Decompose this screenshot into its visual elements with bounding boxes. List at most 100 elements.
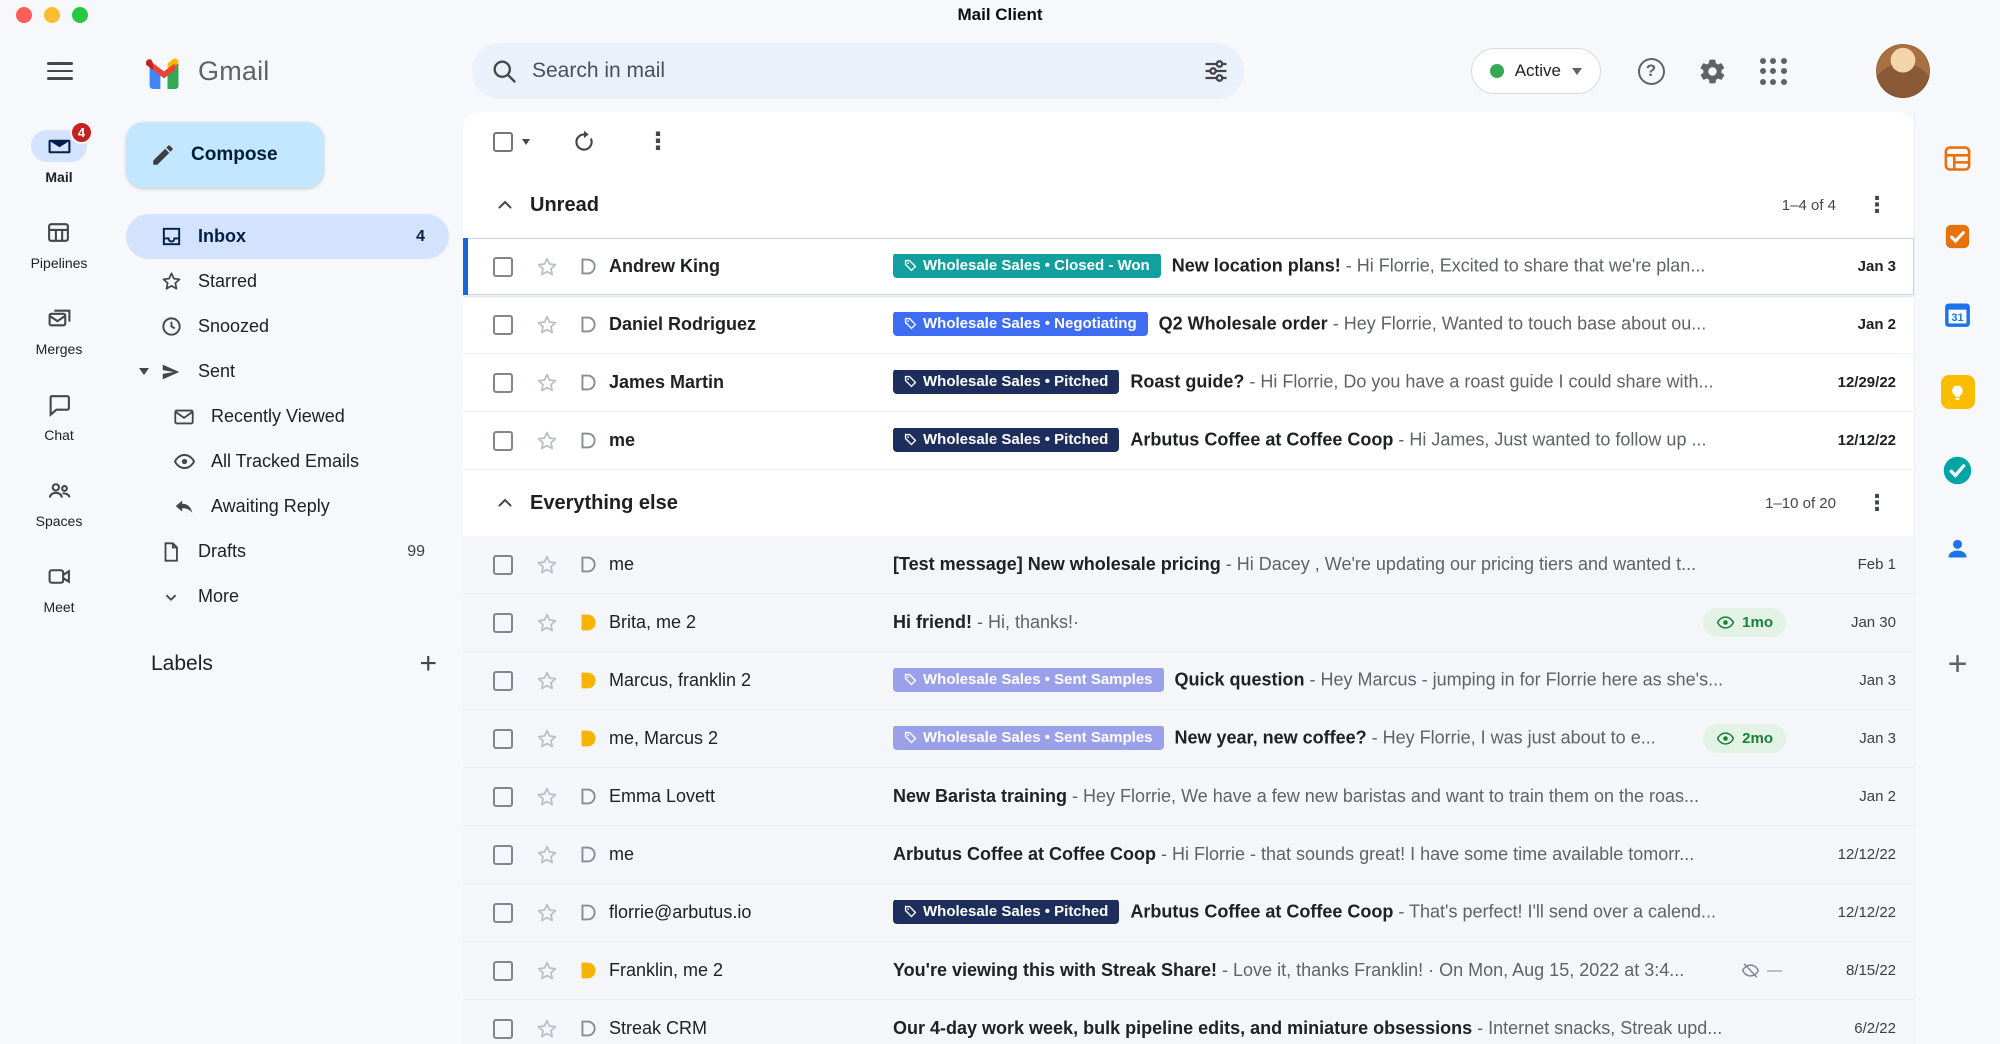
email-row[interactable]: me[Test message] New wholesale pricing -…	[463, 536, 1914, 594]
star-icon[interactable]	[535, 255, 559, 279]
rail-item-chat[interactable]: Chat	[31, 388, 87, 443]
row-checkbox[interactable]	[493, 431, 513, 451]
streak-box-icon[interactable]	[577, 902, 599, 924]
help-button[interactable]: ?	[1627, 47, 1675, 95]
rail-item-spaces[interactable]: Spaces	[31, 474, 87, 529]
rail-item-pipelines[interactable]: Pipelines	[31, 216, 88, 271]
email-row[interactable]: Brita, me 2Hi friend! - Hi, thanks!·1moJ…	[463, 594, 1914, 652]
email-row[interactable]: Emma LovettNew Barista training - Hey Fl…	[463, 768, 1914, 826]
streak-box-icon[interactable]	[577, 670, 599, 692]
streak-box-icon[interactable]	[577, 256, 599, 278]
sidebar-item-drafts[interactable]: Drafts 99	[126, 529, 449, 574]
search-input[interactable]	[532, 59, 1188, 83]
avatar[interactable]	[1876, 44, 1930, 98]
row-checkbox[interactable]	[493, 315, 513, 335]
collapse-chevron-icon[interactable]	[493, 193, 517, 217]
star-icon[interactable]	[535, 843, 559, 867]
streak-box-icon[interactable]	[577, 960, 599, 982]
add-label-button[interactable]: +	[419, 649, 437, 679]
sidebar-item-snoozed[interactable]: Snoozed	[126, 304, 449, 349]
email-content: New Barista training - Hey Florrie, We h…	[893, 786, 1790, 807]
rail-item-merges[interactable]: Merges	[31, 302, 87, 357]
email-row[interactable]: meWholesale Sales • PitchedArbutus Coffe…	[463, 412, 1914, 470]
calendar-icon[interactable]: 31	[1940, 296, 1976, 332]
compose-button[interactable]: Compose	[126, 122, 324, 188]
collapse-chevron-icon[interactable]	[493, 491, 517, 515]
sidebar-item-recently-viewed[interactable]: Recently Viewed	[126, 394, 449, 439]
email-row[interactable]: Andrew KingWholesale Sales • Closed - Wo…	[463, 238, 1914, 296]
row-checkbox[interactable]	[493, 729, 513, 749]
star-icon[interactable]	[535, 727, 559, 751]
star-icon[interactable]	[535, 959, 559, 983]
section-more-icon[interactable]: ⋮	[1866, 192, 1888, 218]
email-row[interactable]: Marcus, franklin 2Wholesale Sales • Sent…	[463, 652, 1914, 710]
star-icon[interactable]	[535, 1017, 559, 1041]
email-row[interactable]: meArbutus Coffee at Coffee Coop - Hi Flo…	[463, 826, 1914, 884]
more-options-button[interactable]: ⋮	[638, 122, 678, 162]
email-row[interactable]: Franklin, me 2You're viewing this with S…	[463, 942, 1914, 1000]
row-checkbox[interactable]	[493, 845, 513, 865]
streak-box-icon[interactable]	[577, 554, 599, 576]
sidebar-item-starred[interactable]: Starred	[126, 259, 449, 304]
star-icon[interactable]	[535, 371, 559, 395]
rail-item-mail[interactable]: 4 Mail	[31, 130, 87, 185]
email-row[interactable]: me, Marcus 2Wholesale Sales • Sent Sampl…	[463, 710, 1914, 768]
settings-button[interactable]	[1688, 47, 1736, 95]
email-row[interactable]: Streak CRMOur 4-day work week, bulk pipe…	[463, 1000, 1914, 1044]
streak-box-icon[interactable]	[577, 786, 599, 808]
star-icon[interactable]	[535, 669, 559, 693]
refresh-button[interactable]	[564, 122, 604, 162]
select-dropdown-icon[interactable]	[522, 139, 530, 145]
email-row[interactable]: Daniel RodriguezWholesale Sales • Negoti…	[463, 296, 1914, 354]
sidebar-item-inbox[interactable]: Inbox 4	[126, 214, 449, 259]
streak-box-icon[interactable]	[577, 372, 599, 394]
streak-box-icon[interactable]	[577, 430, 599, 452]
get-addons-icon[interactable]: +	[1940, 646, 1976, 682]
tasks-check-icon[interactable]	[1940, 452, 1976, 488]
window-close-button[interactable]	[16, 7, 32, 23]
status-dropdown[interactable]: Active	[1471, 48, 1601, 94]
window-zoom-button[interactable]	[72, 7, 88, 23]
streak-box-icon[interactable]	[577, 844, 599, 866]
streak-box-icon[interactable]	[577, 728, 599, 750]
search-icon[interactable]	[490, 57, 518, 85]
sidebar-item-all-tracked-emails[interactable]: All Tracked Emails	[126, 439, 449, 484]
star-icon[interactable]	[535, 553, 559, 577]
apps-grid-button[interactable]	[1749, 47, 1797, 95]
row-checkbox[interactable]	[493, 373, 513, 393]
row-checkbox[interactable]	[493, 787, 513, 807]
star-icon[interactable]	[535, 313, 559, 337]
streak-tasks-icon[interactable]	[1940, 218, 1976, 254]
sidebar-item-awaiting-reply[interactable]: Awaiting Reply	[126, 484, 449, 529]
keep-icon[interactable]	[1940, 374, 1976, 410]
row-checkbox[interactable]	[493, 555, 513, 575]
email-row[interactable]: James MartinWholesale Sales • PitchedRoa…	[463, 354, 1914, 412]
sidebar-item-more[interactable]: More	[126, 574, 449, 619]
window-minimize-button[interactable]	[44, 7, 60, 23]
contacts-icon[interactable]	[1940, 530, 1976, 566]
search-filter-icon[interactable]	[1202, 57, 1230, 85]
row-checkbox[interactable]	[493, 903, 513, 923]
email-row[interactable]: florrie@arbutus.ioWholesale Sales • Pitc…	[463, 884, 1914, 942]
row-checkbox[interactable]	[493, 613, 513, 633]
row-checkbox[interactable]	[493, 257, 513, 277]
hamburger-menu-icon[interactable]	[34, 45, 86, 97]
star-icon[interactable]	[535, 901, 559, 925]
select-all-checkbox[interactable]	[493, 132, 513, 152]
streak-box-icon[interactable]	[577, 1018, 599, 1040]
expand-caret-icon[interactable]	[139, 368, 149, 375]
row-checkbox[interactable]	[493, 961, 513, 981]
section-more-icon[interactable]: ⋮	[1866, 490, 1888, 516]
email-sender: Daniel Rodriguez	[609, 314, 893, 335]
star-icon[interactable]	[535, 611, 559, 635]
search-bar[interactable]	[472, 43, 1244, 99]
row-checkbox[interactable]	[493, 671, 513, 691]
streak-box-icon[interactable]	[577, 314, 599, 336]
sidebar-item-sent[interactable]: Sent	[126, 349, 449, 394]
star-icon[interactable]	[535, 429, 559, 453]
streak-box-icon[interactable]	[577, 612, 599, 634]
streak-pipelines-icon[interactable]	[1940, 140, 1976, 176]
row-checkbox[interactable]	[493, 1019, 513, 1039]
rail-item-meet[interactable]: Meet	[31, 560, 87, 615]
star-icon[interactable]	[535, 785, 559, 809]
